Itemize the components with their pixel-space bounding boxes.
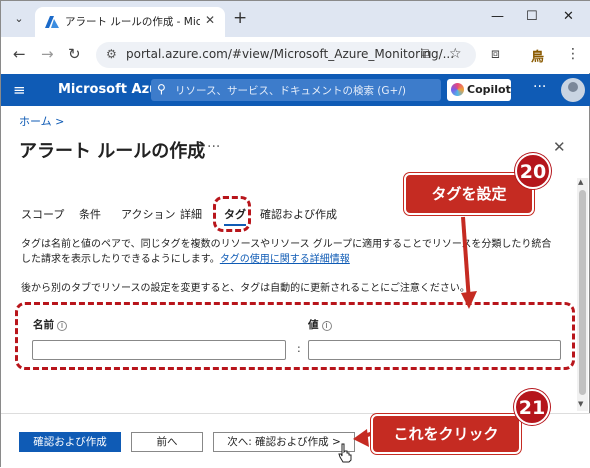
- step21-callout: これをクリック: [371, 414, 521, 454]
- tags-note: 後から別のタブでリソースの設定を変更すると、タグは自動的に更新されることにご注意…: [21, 283, 470, 294]
- next-review-create-button[interactable]: 次へ: 確認および作成 >: [213, 432, 355, 452]
- tab-condition[interactable]: 条件: [79, 206, 101, 222]
- reload-icon[interactable]: ↻: [68, 45, 81, 63]
- browser-menu-icon[interactable]: ⋮: [566, 46, 580, 62]
- tab-title: アラート ルールの作成 - Microsoft A: [65, 16, 200, 28]
- bookmark-star-icon[interactable]: ☆: [449, 46, 462, 62]
- step20-callout: タグを設定: [404, 173, 534, 215]
- profile-icon[interactable]: 鳥: [531, 46, 549, 65]
- extensions-icon[interactable]: ⧈: [491, 46, 500, 62]
- page-more-icon[interactable]: ···: [207, 139, 220, 155]
- copilot-button[interactable]: Copilot: [447, 79, 511, 101]
- browser-tab[interactable]: アラート ルールの作成 - Microsoft A ✕: [35, 7, 225, 37]
- close-icon[interactable]: ✕: [553, 138, 566, 156]
- browser-window: ⌄ アラート ルールの作成 - Microsoft A ✕ + — ☐ ✕ ← …: [0, 0, 590, 467]
- site-info-icon[interactable]: ⚙: [106, 47, 117, 61]
- tab-review-create[interactable]: 確認および作成: [260, 206, 337, 222]
- tab-search-icon[interactable]: ⌄: [7, 9, 31, 29]
- scrollbar[interactable]: ▲ ▼: [577, 178, 588, 411]
- page-title: アラート ルールの作成: [19, 141, 206, 162]
- browser-toolbar: ← → ↻ ⚙ portal.azure.com/#view/Microsoft…: [1, 37, 590, 73]
- browser-tab-strip: ⌄ アラート ルールの作成 - Microsoft A ✕ + — ☐ ✕: [1, 1, 590, 37]
- tab-details[interactable]: 詳細: [180, 206, 202, 222]
- search-placeholder: リソース、サービス、ドキュメントの検索 (G+/): [175, 85, 406, 97]
- maximize-icon[interactable]: ☐: [526, 9, 538, 24]
- tab-scope[interactable]: スコープ: [21, 206, 64, 222]
- minimize-icon[interactable]: —: [491, 9, 504, 24]
- tag-fields-highlight: [15, 302, 575, 370]
- hand-cursor-icon: [338, 443, 352, 463]
- open-in-app-icon[interactable]: ⧉: [421, 46, 431, 62]
- step21-badge: 21: [514, 389, 550, 425]
- review-create-button[interactable]: 確認および作成: [19, 432, 121, 452]
- url-text: portal.azure.com/#view/Microsoft_Azure_M…: [126, 47, 455, 61]
- copilot-icon: [451, 83, 464, 96]
- address-bar[interactable]: ⚙ portal.azure.com/#view/Microsoft_Azure…: [96, 42, 476, 68]
- global-search-input[interactable]: ⚲ リソース、サービス、ドキュメントの検索 (G+/): [151, 79, 441, 101]
- azure-logo-icon: [45, 16, 59, 28]
- back-icon[interactable]: ←: [13, 45, 26, 63]
- azure-top-bar: ≡ Microsoft Azure ⚲ リソース、サービス、ドキュメントの検索 …: [1, 74, 590, 106]
- tags-description: タグは名前と値のペアで、同じタグを複数のリソースやリソース グループに適用するこ…: [21, 237, 561, 267]
- more-options-icon[interactable]: ···: [533, 79, 546, 95]
- scrollbar-thumb[interactable]: [579, 190, 586, 395]
- scroll-down-icon[interactable]: ▼: [578, 400, 583, 408]
- previous-button[interactable]: 前へ: [131, 432, 203, 452]
- tags-help-link[interactable]: タグの使用に関する詳細情報: [220, 254, 350, 265]
- tab-actions[interactable]: アクション: [121, 206, 175, 222]
- hamburger-menu-icon[interactable]: ≡: [13, 81, 26, 99]
- scroll-up-icon[interactable]: ▲: [578, 178, 583, 186]
- avatar[interactable]: [561, 78, 585, 102]
- window-close-icon[interactable]: ✕: [563, 9, 574, 24]
- tags-tab-highlight: [213, 196, 251, 232]
- copilot-label: Copilot: [467, 83, 511, 96]
- step20-badge: 20: [515, 153, 551, 189]
- breadcrumb[interactable]: ホーム >: [19, 113, 64, 129]
- tab-close-icon[interactable]: ✕: [205, 13, 215, 27]
- search-icon: ⚲: [157, 82, 166, 96]
- new-tab-icon[interactable]: +: [233, 8, 247, 28]
- forward-icon[interactable]: →: [41, 45, 54, 63]
